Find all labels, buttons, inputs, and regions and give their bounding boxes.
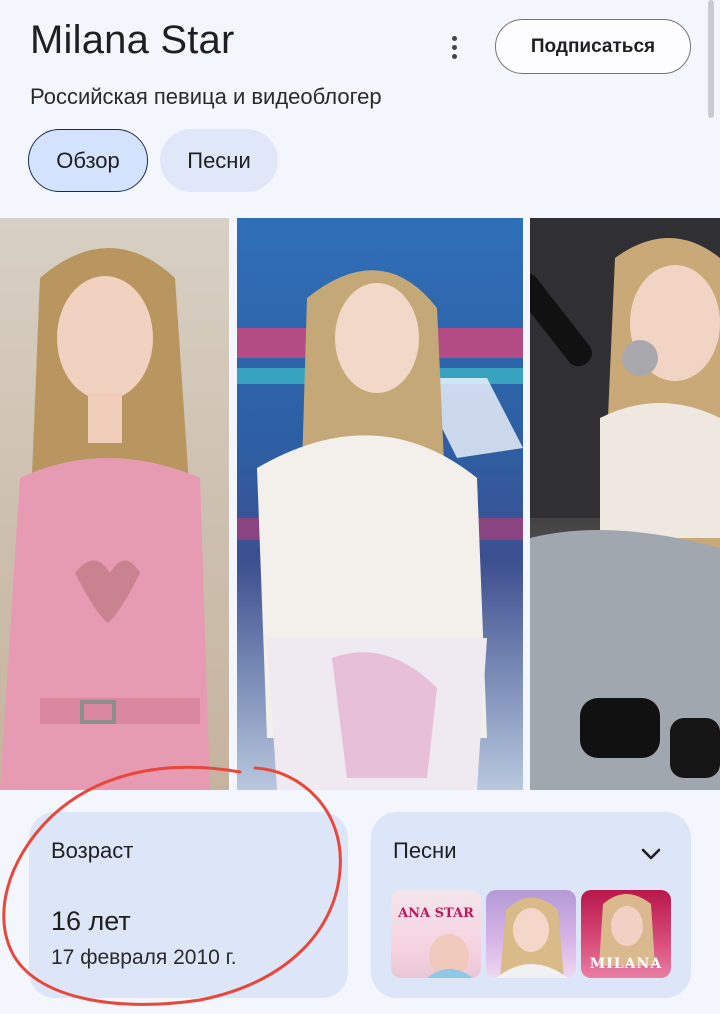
- photo-2[interactable]: [237, 218, 523, 790]
- album-art-icon: [427, 934, 473, 978]
- song-thumbnail-text: MILANA: [589, 956, 663, 972]
- person-photo-microphone-icon: [530, 218, 720, 790]
- photo-3[interactable]: [530, 218, 720, 790]
- page-subtitle: Российская певица и видеоблогер: [30, 84, 382, 109]
- birth-date: 17 февраля 2010 г.: [51, 946, 237, 969]
- age-label: Возраст: [51, 838, 134, 863]
- photo-gallery: [0, 218, 720, 790]
- song-thumbnail-1[interactable]: ANA STAR: [391, 890, 481, 978]
- photo-1[interactable]: [0, 218, 229, 790]
- tab-songs[interactable]: Песни: [160, 129, 278, 192]
- tab-overview-label: Обзор: [56, 147, 120, 173]
- more-dot: [451, 35, 457, 41]
- song-thumbnail-3[interactable]: MILANA: [581, 890, 671, 978]
- knowledge-panel-header: Milana Star Российская певица и видеобло…: [0, 0, 720, 210]
- age-card[interactable]: Возраст 16 лет 17 февраля 2010 г.: [29, 812, 348, 998]
- song-thumbnail-2[interactable]: [486, 890, 576, 978]
- tab-songs-label: Песни: [187, 147, 251, 173]
- person-photo-pink-outfit-icon: [0, 248, 210, 790]
- songs-label: Песни: [393, 838, 457, 863]
- more-options-icon[interactable]: [440, 30, 468, 64]
- more-dot: [451, 53, 457, 59]
- subscribe-button[interactable]: Подписаться: [495, 19, 691, 74]
- scrollbar[interactable]: [708, 0, 714, 118]
- songs-card[interactable]: Песни ANA STAR MILANA: [371, 812, 691, 998]
- chevron-down-icon[interactable]: [639, 842, 663, 866]
- person-photo-white-outfit-icon: [237, 270, 523, 790]
- album-art-icon: [496, 897, 568, 978]
- page-title: Milana Star: [30, 18, 235, 62]
- age-value: 16 лет: [51, 906, 131, 936]
- more-dot: [451, 44, 457, 50]
- tab-overview[interactable]: Обзор: [28, 129, 148, 192]
